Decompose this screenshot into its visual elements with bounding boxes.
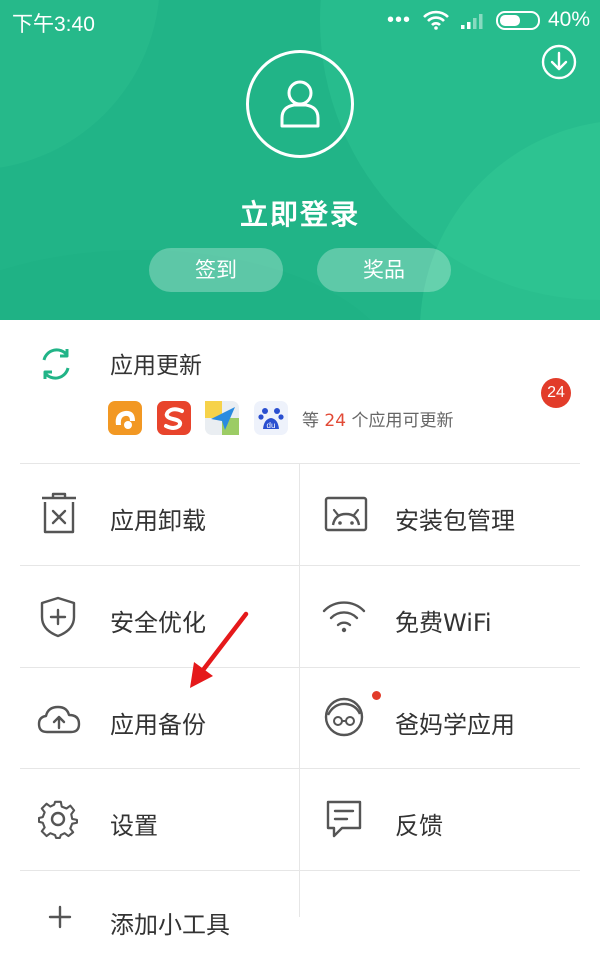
sogou-icon — [157, 401, 191, 435]
profile-header: 下午3:40 ••• 40% 立即登录 签到 奖品 — [0, 0, 600, 320]
package-icon — [324, 496, 368, 532]
uc-browser-icon — [108, 401, 142, 435]
annotation-arrow-icon — [190, 611, 249, 688]
plus-icon — [48, 905, 72, 929]
battery-level: 40% — [548, 8, 591, 31]
avatar[interactable] — [246, 50, 354, 158]
menu-label-add-widget: 添加小工具 — [110, 911, 230, 939]
menu-item-uninstall[interactable]: 应用卸载 — [20, 464, 299, 566]
menu-item-free-wifi[interactable]: 免费WiFi — [300, 566, 580, 668]
login-button[interactable]: 立即登录 — [0, 193, 600, 233]
gear-icon — [38, 800, 78, 839]
menu-label-package-manager: 安装包管理 — [395, 507, 515, 535]
cloud-upload-icon — [37, 705, 81, 734]
updates-badge: 24 — [541, 378, 571, 408]
more-dots-icon: ••• — [387, 9, 412, 31]
battery-icon — [496, 11, 540, 30]
user-icon — [280, 80, 320, 128]
maps-icon — [205, 401, 239, 435]
wifi-status-icon — [423, 10, 449, 30]
status-bar: 下午3:40 ••• 40% — [0, 0, 600, 42]
checkin-button[interactable]: 签到 — [149, 248, 283, 292]
signal-icon — [461, 14, 483, 29]
menu-label-feedback: 反馈 — [395, 812, 443, 840]
menu-item-settings[interactable]: 设置 — [20, 769, 299, 871]
app-updates-title: 应用更新 — [110, 353, 202, 379]
wifi-icon — [322, 601, 366, 633]
menu-item-add-widget[interactable]: 添加小工具 — [20, 871, 299, 973]
menu-item-security[interactable]: 安全优化 — [20, 566, 299, 668]
menu-label-parents-apps: 爸妈学应用 — [395, 711, 515, 739]
menu-item-feedback[interactable]: 反馈 — [300, 769, 580, 871]
trash-icon — [42, 492, 76, 534]
updates-count-note: 等 24 个应用可更新 — [302, 411, 454, 431]
grandparent-icon — [324, 697, 364, 737]
menu-label-backup: 应用备份 — [110, 711, 206, 739]
menu-label-uninstall: 应用卸载 — [110, 507, 206, 535]
prize-button[interactable]: 奖品 — [317, 248, 451, 292]
shield-icon — [40, 596, 76, 638]
svg-text:du: du — [267, 421, 276, 430]
download-icon[interactable] — [541, 44, 577, 80]
updates-count: 24 — [324, 411, 347, 431]
menu-label-settings: 设置 — [110, 812, 158, 840]
status-time: 下午3:40 — [12, 13, 95, 36]
feedback-icon — [326, 800, 362, 838]
menu-label-free-wifi: 免费WiFi — [395, 609, 492, 637]
menu-item-package-manager[interactable]: 安装包管理 — [300, 464, 580, 566]
app-updates-section[interactable] — [0, 320, 600, 463]
refresh-icon — [42, 348, 70, 380]
baidu-icon: du — [254, 401, 288, 435]
menu-item-backup[interactable]: 应用备份 — [20, 668, 299, 770]
new-indicator-dot — [372, 691, 381, 700]
menu-item-parents-apps[interactable]: 爸妈学应用 — [300, 668, 580, 770]
